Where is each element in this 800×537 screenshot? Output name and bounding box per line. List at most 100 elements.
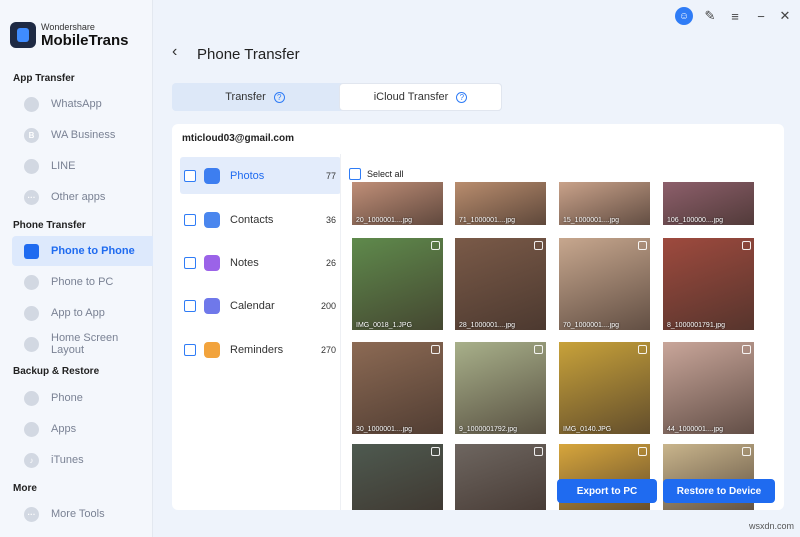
photo-caption [352, 509, 443, 510]
sidebar-item-whatsapp[interactable]: WhatsApp [12, 89, 153, 119]
feedback-icon[interactable]: ✎ [702, 7, 718, 25]
sidebar-item-label: More Tools [51, 508, 105, 520]
sidebar-item-phone[interactable]: Phone [12, 383, 153, 413]
checkbox[interactable] [184, 343, 196, 356]
phone-to-phone-icon [24, 243, 39, 259]
category-reminders[interactable]: Reminders 270 [180, 331, 341, 368]
help-icon[interactable]: ? [273, 91, 285, 103]
photo-thumbnail[interactable]: 106_100000....jpg [663, 182, 754, 225]
photo-checkbox[interactable] [534, 345, 543, 354]
photo-image [663, 238, 754, 330]
select-all-checkbox[interactable] [349, 168, 361, 180]
photo-thumbnail[interactable]: 15_1000001....jpg [559, 182, 650, 225]
account-icon[interactable]: ☺ [675, 7, 693, 25]
category-count: 77 [325, 170, 336, 181]
category-label: Notes [230, 256, 259, 269]
sidebar-item-phone-to-phone[interactable]: Phone to Phone [12, 236, 153, 266]
photo-image [352, 444, 443, 510]
sidebar-item-label: Phone to Phone [51, 245, 135, 257]
sidebar-item-label: WA Business [51, 129, 116, 141]
more-tools-icon: ··· [24, 506, 39, 522]
sidebar-item-line[interactable]: LINE [12, 151, 153, 181]
photos-icon [204, 167, 220, 184]
checkbox[interactable] [184, 256, 196, 269]
whatsapp-icon [24, 96, 39, 112]
photo-checkbox[interactable] [534, 447, 543, 456]
tab-transfer[interactable]: Transfer ? [172, 83, 338, 111]
photo-thumbnail[interactable] [352, 444, 443, 510]
photo-checkbox[interactable] [431, 345, 440, 354]
photo-checkbox[interactable] [431, 241, 440, 250]
sidebar-item-label: iTunes [51, 454, 84, 466]
tab-icloud-transfer[interactable]: iCloud Transfer ? [339, 83, 502, 111]
photo-checkbox[interactable] [742, 241, 751, 250]
sidebar-item-home-screen-layout[interactable]: Home Screen Layout [12, 329, 153, 359]
photo-checkbox[interactable] [431, 447, 440, 456]
back-arrow-icon[interactable]: ‹ [172, 43, 177, 61]
photo-caption: 20_1000001....jpg [356, 217, 413, 224]
contacts-icon [204, 211, 220, 228]
section-backup-restore: Backup & Restore [13, 366, 100, 377]
photo-thumbnail[interactable]: IMG_0018_1.JPG [352, 238, 443, 330]
close-icon[interactable]: ✕ [777, 7, 793, 25]
wa-business-icon: B [24, 127, 39, 143]
photo-image [455, 238, 546, 330]
itunes-icon: ♪ [24, 452, 39, 468]
category-notes[interactable]: Notes 26 [180, 244, 341, 281]
photo-thumbnail[interactable]: 44_1000001....jpg [663, 342, 754, 434]
sidebar-item-phone-to-pc[interactable]: Phone to PC [12, 267, 153, 297]
photo-caption: 106_100000....jpg [667, 217, 724, 224]
photo-checkbox[interactable] [742, 447, 751, 456]
sidebar-item-wa-business[interactable]: B WA Business [12, 120, 153, 150]
tab-label: iCloud Transfer [373, 91, 449, 103]
sidebar-item-other-apps[interactable]: ··· Other apps [12, 182, 153, 212]
photo-checkbox[interactable] [742, 345, 751, 354]
page-title: Phone Transfer [197, 46, 300, 63]
sidebar-item-itunes[interactable]: ♪ iTunes [12, 445, 153, 475]
photo-thumbnail[interactable]: 20_1000001....jpg [352, 182, 443, 225]
checkbox[interactable] [184, 299, 196, 312]
photo-thumbnail[interactable]: 30_1000001....jpg [352, 342, 443, 434]
brand-name: MobileTrans [41, 31, 129, 49]
section-app-transfer: App Transfer [13, 73, 75, 84]
photo-caption [455, 509, 546, 510]
checkbox[interactable] [184, 213, 196, 226]
export-to-pc-button[interactable]: Export to PC [557, 479, 657, 503]
category-contacts[interactable]: Contacts 36 [180, 201, 341, 238]
sidebar-item-label: Phone to PC [51, 276, 114, 288]
help-icon[interactable]: ? [456, 91, 468, 103]
restore-to-device-button[interactable]: Restore to Device [663, 479, 775, 503]
sidebar-item-app-to-app[interactable]: App to App [12, 298, 153, 328]
photo-thumbnail[interactable]: IMG_0140.JPG [559, 342, 650, 434]
photo-grid: 20_1000001....jpg 71_1000001....jpg 15_100… [352, 182, 782, 510]
photo-thumbnail[interactable] [455, 444, 546, 510]
line-icon [24, 158, 39, 174]
minimize-icon[interactable]: − [753, 7, 769, 25]
photo-caption [663, 509, 754, 510]
sidebar-item-label: App to App [51, 307, 105, 319]
tab-label: Transfer [225, 91, 266, 103]
photo-image [559, 342, 650, 434]
home-screen-icon [24, 336, 39, 352]
photo-thumbnail[interactable]: 8_1000001791.jpg [663, 238, 754, 330]
sidebar-item-apps[interactable]: Apps [12, 414, 153, 444]
sidebar-item-more-tools[interactable]: ··· More Tools [12, 499, 153, 529]
photo-thumbnail[interactable]: 28_1000001....jpg [455, 238, 546, 330]
category-label: Contacts [230, 213, 274, 226]
photo-thumbnail[interactable]: 9_1000001792.jpg [455, 342, 546, 434]
photo-checkbox[interactable] [638, 241, 647, 250]
photo-thumbnail[interactable]: 71_1000001....jpg [455, 182, 546, 225]
select-all[interactable]: Select all [349, 168, 404, 180]
other-apps-icon: ··· [24, 189, 39, 205]
photo-checkbox[interactable] [534, 241, 543, 250]
photo-thumbnail[interactable]: 70_1000001....jpg [559, 238, 650, 330]
checkbox[interactable] [184, 169, 196, 182]
photo-caption [559, 509, 650, 510]
category-photos[interactable]: Photos 77 [180, 157, 341, 194]
select-all-label: Select all [367, 169, 404, 179]
category-calendar[interactable]: Calendar 200 [180, 287, 341, 324]
calendar-icon [204, 297, 220, 314]
photo-checkbox[interactable] [638, 447, 647, 456]
photo-checkbox[interactable] [638, 345, 647, 354]
menu-icon[interactable]: ≡ [727, 7, 743, 25]
